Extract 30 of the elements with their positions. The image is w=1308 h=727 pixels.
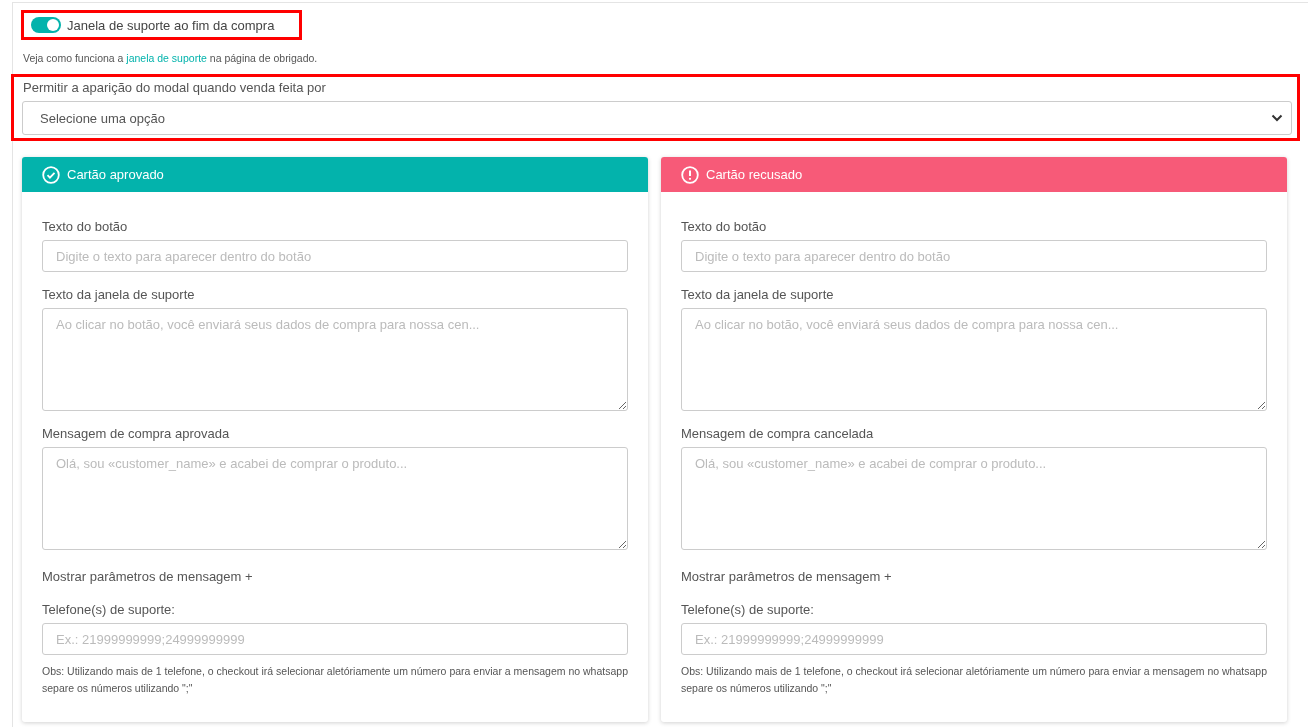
phone-input[interactable]: Ex.: 21999999999;24999999999: [681, 623, 1267, 655]
field-label: Texto do botão: [681, 219, 768, 234]
check-circle-icon: [42, 165, 60, 184]
show-parameters-link[interactable]: Mostrar parâmetros de mensagem +: [42, 569, 253, 584]
field-label: Texto da janela de suporte: [42, 287, 196, 302]
field-label: Texto do botão: [42, 219, 129, 234]
field-label: Mensagem de compra cancelada: [681, 426, 875, 441]
textarea-field[interactable]: Ao clicar no botão, você enviará seus dados de compra para nossa cen...: [42, 308, 628, 411]
field-label: Telefone(s) de suporte:: [681, 602, 815, 617]
text-input[interactable]: Digite o texto para aparecer dentro do botão: [42, 240, 628, 272]
phone-note: Obs: Utilizando mais de 1 telefone, o checkout irá selecionar aletóriamente um número para enviar a mensagem no whatsapp separe os números utilizando ";": [681, 664, 1267, 696]
card-title: Cartão recusado: [706, 167, 803, 182]
textarea-field[interactable]: Ao clicar no botão, você enviará seus dados de compra para nossa cen...: [681, 308, 1267, 411]
text-input[interactable]: Digite o texto para aparecer dentro do botão: [681, 240, 1267, 272]
chevron-down-icon: [1271, 114, 1283, 122]
card-title: Cartão aprovado: [67, 167, 164, 182]
exclamation-circle-icon: [681, 165, 699, 184]
phone-input[interactable]: Ex.: 21999999999;24999999999: [42, 623, 628, 655]
select-dropdown[interactable]: Selecione uma opção: [22, 101, 1292, 135]
field-label: Mensagem de compra aprovada: [42, 426, 231, 441]
textarea-field[interactable]: Olá, sou «customer_name» e acabei de comprar o produto...: [42, 447, 628, 550]
phone-note: Obs: Utilizando mais de 1 telefone, o checkout irá selecionar aletóriamente um número para enviar a mensagem no whatsapp separe os números utilizando ";": [42, 664, 628, 696]
select-label: Permitir a aparição do modal quando venda feita por: [23, 80, 327, 95]
textarea-field[interactable]: Olá, sou «customer_name» e acabei de comprar o produto...: [681, 447, 1267, 550]
show-parameters-link[interactable]: Mostrar parâmetros de mensagem +: [681, 569, 892, 584]
toggle-switch[interactable]: [31, 17, 61, 33]
field-label: Telefone(s) de suporte:: [42, 602, 176, 617]
field-label: Texto da janela de suporte: [681, 287, 835, 302]
toggle-label: Janela de suporte ao fim da compra: [67, 17, 275, 33]
help-text: Veja como funciona a janela de suporte na página de obrigado.: [23, 52, 319, 64]
